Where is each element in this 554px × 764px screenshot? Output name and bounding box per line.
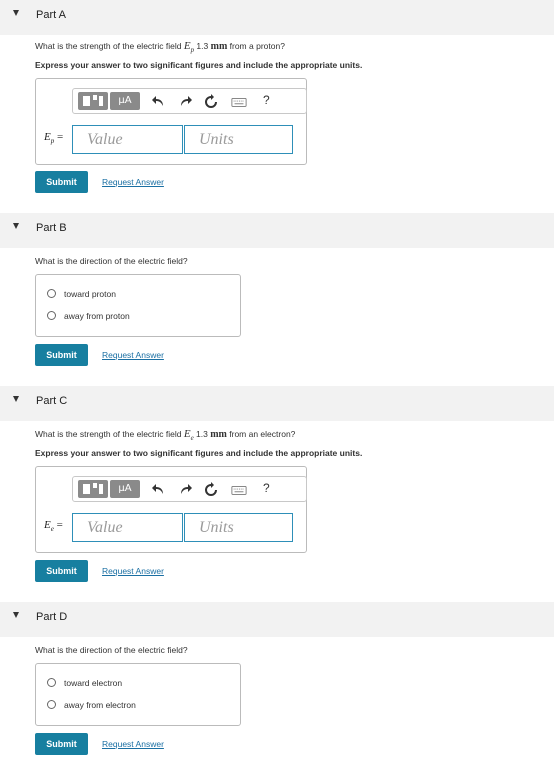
- template-square-icon: [83, 96, 90, 106]
- redo-icon[interactable]: [177, 482, 193, 498]
- part-a-request-answer-link[interactable]: Request Answer: [102, 177, 164, 187]
- part-b-question: What is the direction of the electric fi…: [35, 256, 188, 266]
- part-c-question: What is the strength of the electric fie…: [35, 428, 296, 443]
- undo-icon[interactable]: [151, 94, 167, 110]
- units-input[interactable]: Units: [184, 513, 293, 542]
- part-d-request-answer-link[interactable]: Request Answer: [102, 739, 164, 749]
- radio-button[interactable]: [47, 678, 56, 687]
- templates-button[interactable]: [78, 92, 108, 110]
- part-d-submit-button[interactable]: Submit: [35, 733, 88, 755]
- math-toolbar: μA ?: [72, 88, 307, 114]
- help-icon[interactable]: ?: [263, 93, 270, 107]
- part-d-question: What is the direction of the electric fi…: [35, 645, 188, 655]
- radio-option-away-from-electron[interactable]: away from electron: [47, 700, 136, 710]
- part-d-header[interactable]: Part D: [0, 602, 554, 637]
- part-d-options-box: toward electron away from electron: [35, 663, 241, 726]
- part-c-answer-box: μA ? Ee = Value Units: [35, 466, 307, 553]
- radio-option-toward-proton[interactable]: toward proton: [47, 289, 116, 299]
- part-a-title: Part A: [36, 9, 66, 21]
- value-input[interactable]: Value: [72, 125, 183, 154]
- part-b-header[interactable]: Part B: [0, 213, 554, 248]
- units-button[interactable]: μA: [110, 480, 140, 498]
- part-c-instruction: Express your answer to two significant f…: [35, 448, 363, 458]
- radio-option-away-from-proton[interactable]: away from proton: [47, 311, 130, 321]
- part-a-instruction: Express your answer to two significant f…: [35, 60, 363, 70]
- units-button[interactable]: μA: [110, 92, 140, 110]
- part-a-answer-box: μA ? Ep = Value Units: [35, 78, 307, 165]
- part-b-title: Part B: [36, 222, 67, 234]
- units-input[interactable]: Units: [184, 125, 293, 154]
- collapse-triangle-icon[interactable]: [13, 223, 19, 229]
- collapse-triangle-icon[interactable]: [13, 10, 19, 16]
- help-icon[interactable]: ?: [263, 481, 270, 495]
- undo-icon[interactable]: [151, 482, 167, 498]
- part-d-title: Part D: [36, 611, 68, 623]
- value-input[interactable]: Value: [72, 513, 183, 542]
- part-c-submit-button[interactable]: Submit: [35, 560, 88, 582]
- keyboard-icon[interactable]: [231, 482, 249, 498]
- templates-button[interactable]: [78, 480, 108, 498]
- ep-label: Ep =: [44, 131, 64, 146]
- part-b-request-answer-link[interactable]: Request Answer: [102, 350, 164, 360]
- part-c-request-answer-link[interactable]: Request Answer: [102, 566, 164, 576]
- part-c-header[interactable]: Part C: [0, 386, 554, 421]
- collapse-triangle-icon[interactable]: [13, 396, 19, 402]
- keyboard-icon[interactable]: [231, 94, 249, 110]
- part-b-options-box: toward proton away from proton: [35, 274, 241, 337]
- collapse-triangle-icon[interactable]: [13, 612, 19, 618]
- math-toolbar: μA ?: [72, 476, 307, 502]
- radio-button[interactable]: [47, 311, 56, 320]
- part-a-question: What is the strength of the electric fie…: [35, 40, 285, 55]
- radio-button[interactable]: [47, 700, 56, 709]
- reset-icon[interactable]: [203, 482, 219, 498]
- radio-option-toward-electron[interactable]: toward electron: [47, 678, 122, 688]
- part-b-submit-button[interactable]: Submit: [35, 344, 88, 366]
- redo-icon[interactable]: [177, 94, 193, 110]
- radio-button[interactable]: [47, 289, 56, 298]
- reset-icon[interactable]: [203, 94, 219, 110]
- ee-label: Ee =: [44, 519, 63, 534]
- part-a-submit-button[interactable]: Submit: [35, 171, 88, 193]
- template-square-icon: [83, 484, 90, 494]
- part-c-title: Part C: [36, 395, 68, 407]
- part-a-header[interactable]: Part A: [0, 0, 554, 35]
